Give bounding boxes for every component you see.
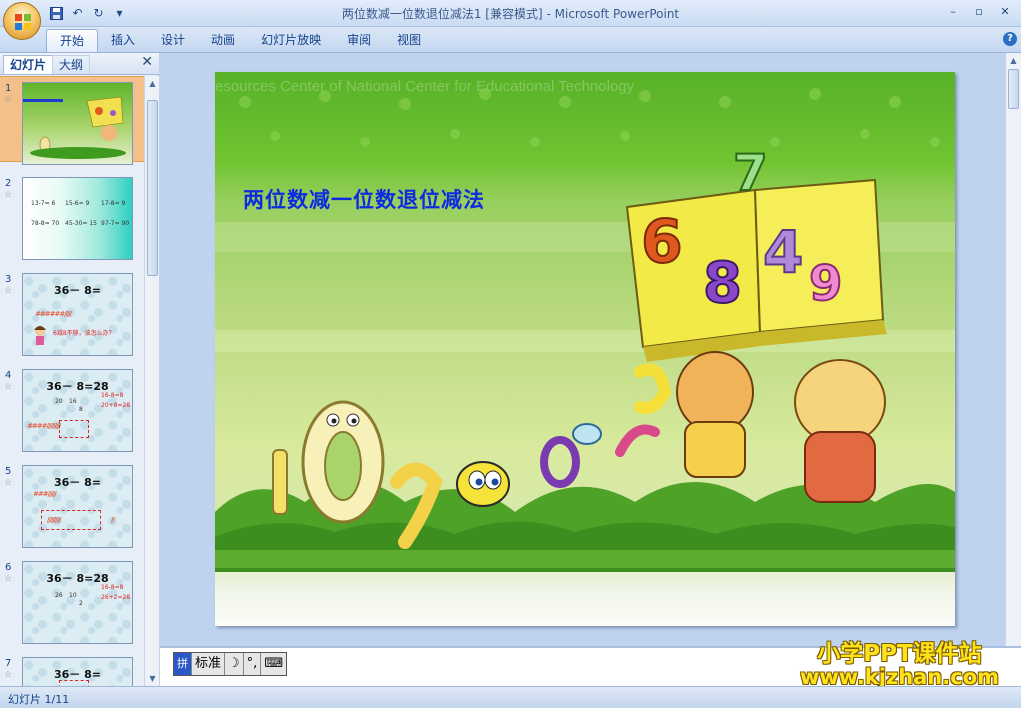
office-logo-icon <box>15 14 31 30</box>
slide-number: 5 <box>5 466 12 477</box>
scroll-down-icon[interactable]: ▼ <box>145 671 160 686</box>
slide-thumb-7[interactable]: 7 ☆ 36－ 8= <box>0 652 144 686</box>
slide-thumb-4[interactable]: 4 ☆ 36－ 8=28 20 16 8 16-8=8 20+8=28 ####… <box>0 364 144 452</box>
status-bar: 幻灯片 1/11 <box>0 686 1021 708</box>
animation-star-icon: ☆ <box>4 382 13 392</box>
slide-thumb-image: 36－ 8= ######///// 6减8不够，该怎么办？ <box>22 273 133 356</box>
slide-number: 1 <box>5 83 12 94</box>
slide-editing-area: esources Center of National Center for E… <box>160 53 1021 646</box>
tab-review[interactable]: 审阅 <box>334 29 384 52</box>
tab-view[interactable]: 视图 <box>384 29 434 52</box>
slide-scrollbar[interactable]: ▲ <box>1005 53 1021 646</box>
digit-7: 7 <box>733 144 768 202</box>
scroll-thumb[interactable] <box>147 100 158 276</box>
scroll-up-icon[interactable]: ▲ <box>145 76 160 91</box>
ribbon: 开始 插入 设计 动画 幻灯片放映 审阅 视图 ? <box>0 27 1021 53</box>
slide-thumb-2[interactable]: 2 ☆ 13-7= 6 15-6= 9 17-8= 9 78-8= 70 45-… <box>0 172 144 260</box>
slides-panel: 幻灯片 大纲 ✕ 1 ☆ 2 ☆ 13-7= 6 15-6= 9 17-8= 9… <box>0 53 159 686</box>
minimize-button[interactable]: – <box>941 3 965 21</box>
ime-logo-icon[interactable]: 拼 <box>174 653 192 675</box>
digit-8: 8 <box>703 251 742 316</box>
animation-star-icon: ☆ <box>4 574 13 584</box>
tab-design[interactable]: 设计 <box>148 29 198 52</box>
close-button[interactable]: ✕ <box>993 3 1017 21</box>
slide-number: 6 <box>5 562 12 573</box>
tab-outline[interactable]: 大纲 <box>52 55 91 74</box>
slide-thumb-3[interactable]: 3 ☆ 36－ 8= ######///// 6减8不够，该怎么办？ <box>0 268 144 356</box>
slide-number: 4 <box>5 370 12 381</box>
window-controls: – ▫ ✕ <box>941 3 1017 21</box>
current-slide[interactable]: esources Center of National Center for E… <box>215 72 955 626</box>
scroll-up-icon[interactable]: ▲ <box>1006 53 1021 68</box>
brand-url: www.kjzhan.com <box>799 665 999 690</box>
office-button[interactable] <box>3 2 41 40</box>
slide-thumb-image: 36－ 8=28 26 10 2 16-8=8 26+2=28 <box>22 561 133 644</box>
slide-thumb-5[interactable]: 5 ☆ 36－ 8= ###////// ////////// // <box>0 460 144 548</box>
slide-number: 7 <box>5 658 12 669</box>
digit-6: 6 <box>641 207 683 277</box>
panel-tabs: 幻灯片 大纲 ✕ <box>0 53 159 75</box>
animation-star-icon: ☆ <box>4 190 13 200</box>
ime-mode[interactable]: 标准 <box>192 653 226 675</box>
ribbon-tabs: 开始 插入 设计 动画 幻灯片放映 审阅 视图 <box>46 29 434 52</box>
girl-figure-icon <box>34 326 46 345</box>
tab-insert[interactable]: 插入 <box>98 29 148 52</box>
slide-thumb-image: 36－ 8=28 20 16 8 16-8=8 20+8=28 ####////… <box>22 369 133 452</box>
slide-illustration: 6 8 4 9 7 <box>215 88 955 572</box>
slide-thumbnails: 1 ☆ 2 ☆ 13-7= 6 15-6= 9 17-8= 9 78-8= 70… <box>0 76 144 686</box>
punctuation-icon[interactable]: °, <box>244 653 262 675</box>
animation-star-icon: ☆ <box>4 286 13 296</box>
moon-icon[interactable]: ☽ <box>225 653 244 675</box>
slide-number: 2 <box>5 178 12 189</box>
keyboard-icon[interactable]: ⌨ <box>261 653 286 675</box>
slide-thumb-image: 36－ 8= <box>22 657 133 686</box>
slide-thumb-1[interactable]: 1 ☆ <box>0 76 144 165</box>
restore-button[interactable]: ▫ <box>967 3 991 21</box>
digit-9: 9 <box>809 256 842 312</box>
slide-thumb-6[interactable]: 6 ☆ 36－ 8=28 26 10 2 16-8=8 26+2=28 <box>0 556 144 644</box>
ime-toolbar: 拼 标准 ☽ °, ⌨ <box>173 652 288 676</box>
title-bar: ↶ ↻ ▾ 两位数减一位数退位减法1 [兼容模式] - Microsoft Po… <box>0 0 1021 40</box>
tab-animations[interactable]: 动画 <box>198 29 248 52</box>
slide-thumb-image: 13-7= 6 15-6= 9 17-8= 9 78-8= 70 45-30= … <box>22 177 133 260</box>
brand-title: 小学PPT课件站 <box>817 641 982 667</box>
animation-star-icon: ☆ <box>4 95 13 105</box>
notes-pane[interactable]: 拼 标准 ☽ °, ⌨ 小学PPT课件站 www.kjzhan.com <box>160 642 1021 688</box>
animation-star-icon: ☆ <box>4 670 13 680</box>
tab-slides[interactable]: 幻灯片 <box>3 55 54 74</box>
scroll-thumb[interactable] <box>1008 69 1019 109</box>
thumbnail-scrollbar[interactable]: ▲ ▼ <box>144 76 159 686</box>
animation-star-icon: ☆ <box>4 478 13 488</box>
window-title: 两位数减一位数退位减法1 [兼容模式] - Microsoft PowerPoi… <box>341 7 680 21</box>
slide-thumb-image: 36－ 8= ###////// ////////// // <box>22 465 133 548</box>
slide-title[interactable]: 两位数减一位数退位减法 <box>243 184 485 214</box>
help-icon[interactable]: ? <box>1003 32 1017 46</box>
digit-4: 4 <box>763 218 803 286</box>
slide-counter: 幻灯片 1/11 <box>8 693 70 706</box>
tab-home[interactable]: 开始 <box>46 29 99 52</box>
slide-thumb-image <box>22 82 133 165</box>
close-panel-icon[interactable]: ✕ <box>141 54 153 70</box>
tab-slideshow[interactable]: 幻灯片放映 <box>248 29 334 52</box>
slide-number: 3 <box>5 274 12 285</box>
site-brand: 小学PPT课件站 www.kjzhan.com <box>800 642 999 688</box>
